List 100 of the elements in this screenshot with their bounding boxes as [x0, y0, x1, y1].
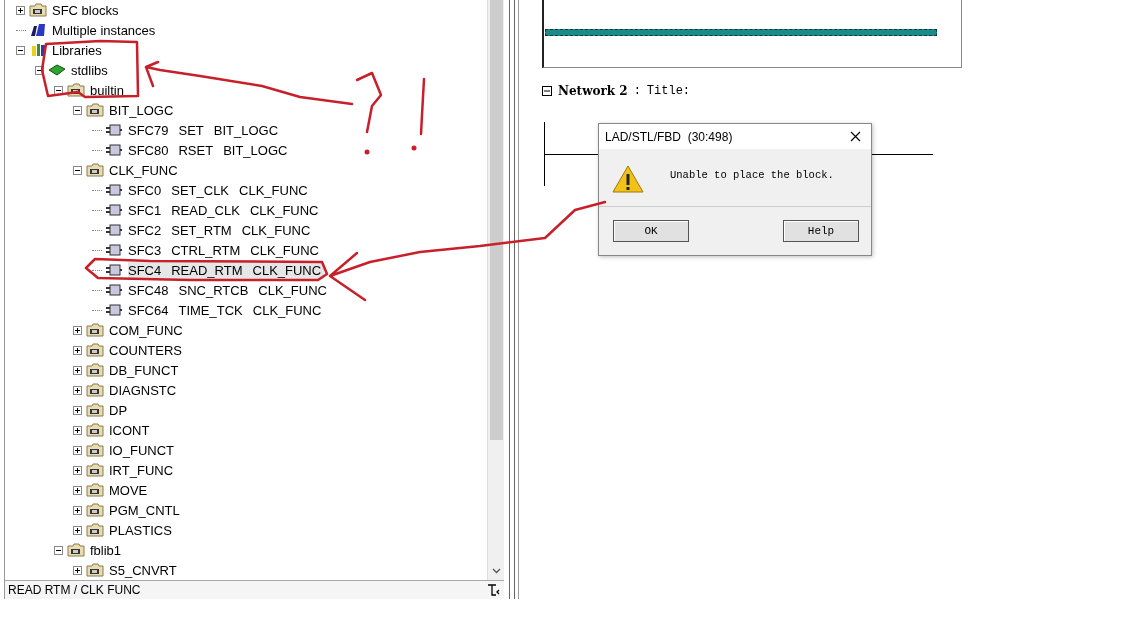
collapse-icon[interactable]	[542, 86, 552, 96]
expander-icon[interactable]	[73, 505, 82, 515]
block-name: SET	[178, 122, 204, 138]
tree-item[interactable]: SFC2 SET_RTM CLK_FUNC	[128, 221, 314, 239]
tree-item[interactable]: BIT_LOGC	[109, 102, 174, 118]
block-family: CLK_FUNC	[252, 262, 322, 278]
tree-item[interactable]: SFC0 SET_CLK CLK_FUNC	[128, 181, 311, 199]
folder-icon	[86, 343, 104, 357]
scrollbar-thumb[interactable]	[490, 0, 503, 440]
block-icon	[105, 284, 123, 296]
close-icon[interactable]	[850, 131, 861, 142]
expander-icon[interactable]	[73, 565, 82, 575]
block-family: CLK_FUNC	[241, 222, 311, 238]
block-name: SET_RTM	[171, 222, 232, 238]
network-title: Title:	[646, 84, 691, 98]
expander-icon[interactable]	[73, 425, 82, 435]
expander-icon[interactable]	[54, 545, 63, 555]
folder-icon	[29, 3, 47, 17]
tree-item[interactable]: fblib1	[90, 542, 122, 558]
tree-item[interactable]: MOVE	[109, 482, 148, 498]
tree-item[interactable]: S5_CNVRT	[109, 562, 177, 578]
block-icon	[105, 304, 123, 316]
tree-item[interactable]: COM_FUNC	[109, 322, 183, 338]
folder-icon	[67, 543, 85, 557]
block-icon	[105, 264, 123, 276]
tree-item[interactable]: PGM_CNTL	[109, 502, 180, 518]
expander-icon[interactable]	[73, 345, 82, 355]
block-name: READ_CLK	[171, 202, 240, 218]
dialog-button[interactable]: OK	[613, 220, 689, 242]
block-icon	[105, 224, 123, 236]
expander-icon[interactable]	[73, 465, 82, 475]
tree-item[interactable]: CLK_FUNC	[109, 162, 178, 178]
folder-icon	[86, 423, 104, 437]
expander-icon[interactable]	[73, 165, 82, 175]
tree-item[interactable]: SFC blocks	[52, 2, 119, 18]
tree-item[interactable]: DIAGNSTC	[109, 382, 177, 398]
tree-item[interactable]: SFC80 RSET BIT_LOGC	[128, 141, 291, 159]
expander-icon[interactable]	[73, 365, 82, 375]
status-text: READ RTM / CLK FUNC	[8, 583, 141, 597]
block-number: SFC2	[128, 222, 162, 238]
tree-item[interactable]: SFC3 CTRL_RTM CLK_FUNC	[128, 241, 322, 259]
tree-item[interactable]: PLASTICS	[109, 522, 172, 538]
expander-icon[interactable]	[73, 105, 82, 115]
tree-item[interactable]: COUNTERS	[109, 342, 182, 358]
block-number: SFC3	[128, 242, 162, 258]
expander-icon[interactable]	[54, 85, 63, 95]
folder-icon	[86, 523, 104, 537]
split-icon[interactable]	[487, 584, 501, 596]
expander-icon[interactable]	[35, 65, 44, 75]
tree-item[interactable]: builtin	[90, 82, 124, 98]
scroll-down-icon[interactable]	[492, 568, 501, 575]
tree-item[interactable]: SFC79 SET BIT_LOGC	[128, 121, 282, 139]
block-name: SET_CLK	[171, 182, 230, 198]
library-icon	[29, 43, 47, 57]
expander-icon[interactable]	[73, 405, 82, 415]
tree-item[interactable]: SFC64 TIME_TCK CLK_FUNC	[128, 301, 325, 319]
dialog-button[interactable]: Help	[783, 220, 859, 242]
tree-item[interactable]: SFC1 READ_CLK CLK_FUNC	[128, 201, 322, 219]
expander-icon[interactable]	[73, 385, 82, 395]
block-icon	[105, 184, 123, 196]
folder-icon	[86, 563, 104, 577]
book-icon	[48, 63, 66, 77]
block-family: CLK_FUNC	[239, 182, 308, 198]
folder-icon	[86, 403, 104, 417]
folder-icon	[86, 463, 104, 477]
expander-icon[interactable]	[73, 525, 82, 535]
expander-icon[interactable]	[73, 445, 82, 455]
block-number: SFC64	[128, 302, 169, 318]
block-family: CLK_FUNC	[250, 242, 319, 258]
tree-item[interactable]: IO_FUNCT	[109, 442, 174, 458]
expander-icon[interactable]	[16, 45, 25, 55]
folder-icon	[86, 483, 104, 497]
block-family: CLK_FUNC	[258, 282, 327, 298]
block-icon	[105, 244, 123, 256]
folder-icon	[86, 103, 104, 117]
scrollbar[interactable]	[487, 0, 504, 581]
folder-icon	[86, 163, 104, 177]
heading-separator: :	[633, 84, 641, 98]
dialog-message: Unable to place the block.	[670, 169, 834, 181]
block-number: SFC0	[128, 182, 162, 198]
block-family: BIT_LOGC	[223, 142, 288, 158]
block-number: SFC4	[128, 262, 162, 278]
tree-item[interactable]: SFC48 SNC_RTCB CLK_FUNC	[128, 281, 330, 299]
tree-item[interactable]: DP	[109, 402, 128, 418]
expander-icon[interactable]	[73, 485, 82, 495]
expander-icon[interactable]	[73, 325, 82, 335]
tree-item[interactable]: ICONT	[109, 422, 150, 438]
block-name: CTRL_RTM	[171, 242, 241, 258]
block-name: SNC_RTCB	[178, 282, 249, 298]
expander-icon[interactable]	[16, 5, 25, 15]
block-icon	[105, 204, 123, 216]
tree-item[interactable]: stdlibs	[71, 62, 108, 78]
tree-item[interactable]: Libraries	[52, 42, 102, 58]
tree-item[interactable]: IRT_FUNC	[109, 462, 174, 478]
tree-item[interactable]: Multiple instances	[52, 22, 156, 38]
block-icon	[105, 144, 123, 156]
tree-item[interactable]: DB_FUNCT	[109, 362, 179, 378]
block-number: SFC48	[128, 282, 169, 298]
block-name: READ_RTM	[171, 262, 243, 278]
network-heading: Network 2	[558, 84, 628, 98]
